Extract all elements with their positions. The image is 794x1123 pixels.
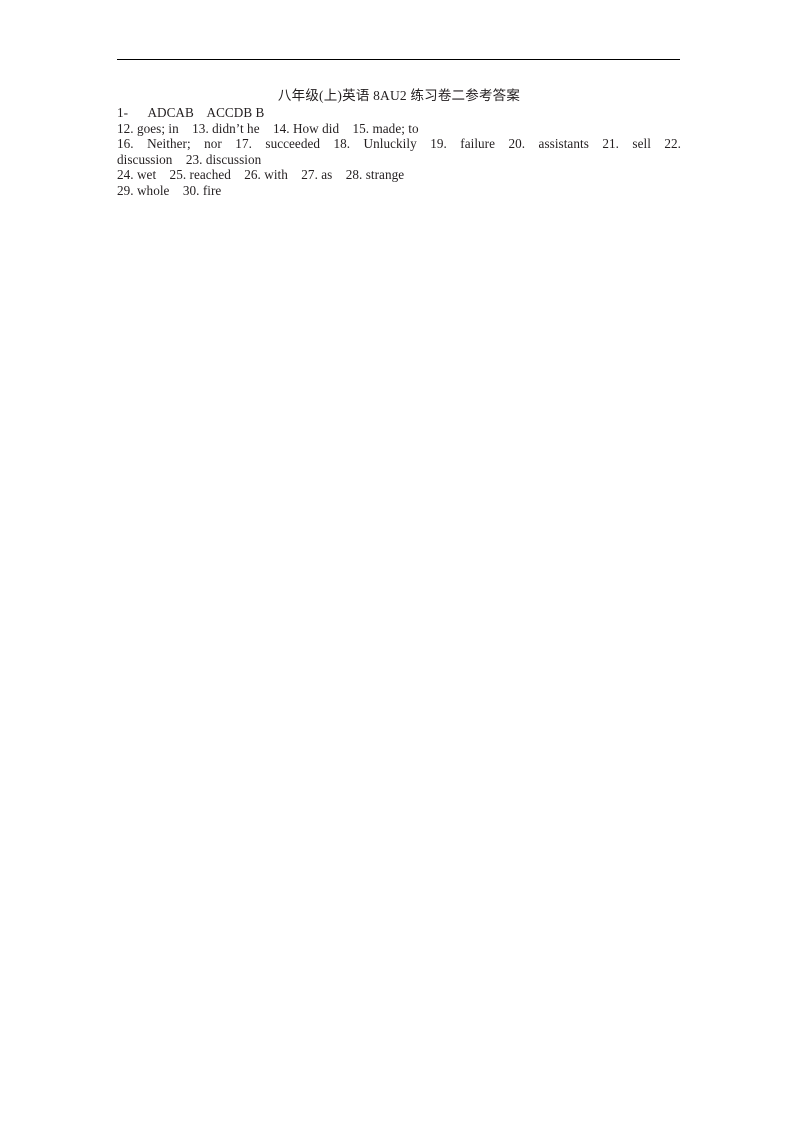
answer-line-5: 24. wet 25. reached 26. with 27. as 28. … — [117, 167, 405, 183]
document-page: 八年级(上)英语 8AU2 练习卷二参考答案 1- ADCAB ACCDB B … — [0, 0, 794, 1123]
page-title: 八年级(上)英语 8AU2 练习卷二参考答案 — [277, 88, 521, 103]
answer-line-3: 16. Neither; nor 17. succeeded 18. Unluc… — [117, 136, 681, 152]
answer-line-2: 12. goes; in 13. didn’t he 14. How did 1… — [117, 120, 419, 136]
answer-line-4: discussion 23. discussion — [117, 151, 262, 167]
header-horizontal-rule — [117, 59, 680, 60]
answer-line-6: 29. whole 30. fire — [117, 182, 222, 198]
answer-line-1: 1- ADCAB ACCDB B — [117, 105, 265, 120]
answer-key-body: 八年级(上)英语 8AU2 练习卷二参考答案 1- ADCAB ACCDB B … — [117, 88, 681, 199]
